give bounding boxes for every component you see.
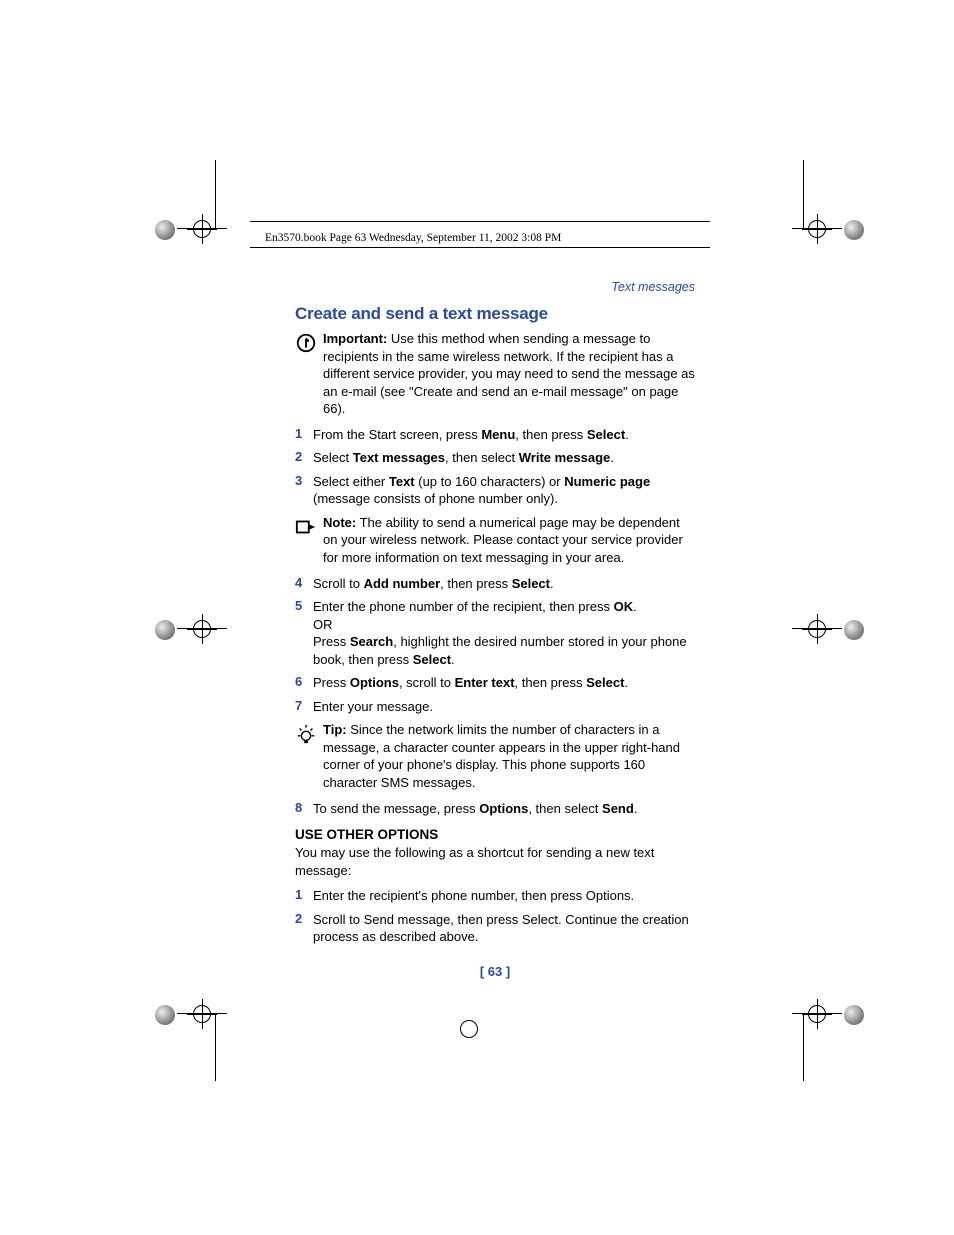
- crop-mark: [724, 1005, 864, 1145]
- file-header: En3570.book Page 63 Wednesday, September…: [265, 232, 561, 244]
- step-item: 6Press Options, scroll to Enter text, th…: [295, 674, 695, 692]
- step-text: Select Text messages, then select Write …: [313, 449, 695, 467]
- header-rule-bottom: [250, 247, 710, 248]
- header-rule-top: [250, 221, 710, 222]
- page-number: [ 63 ]: [295, 964, 695, 979]
- step-number: 2: [295, 911, 313, 946]
- step-number: 1: [295, 426, 313, 444]
- crop-mark: [460, 1020, 478, 1038]
- step-number: 7: [295, 698, 313, 716]
- tip-icon: [295, 721, 323, 791]
- step-number: 1: [295, 887, 313, 905]
- note-block: Note: The ability to send a numerical pa…: [295, 514, 695, 567]
- step-item: 1From the Start screen, press Menu, then…: [295, 426, 695, 444]
- step-text: Scroll to Send message, then press Selec…: [313, 911, 695, 946]
- step-text: From the Start screen, press Menu, then …: [313, 426, 695, 444]
- crop-mark: [724, 590, 864, 730]
- step-item: 5Enter the phone number of the recipient…: [295, 598, 695, 668]
- step-item: 7Enter your message.: [295, 698, 695, 716]
- step-text: Enter the recipient's phone number, then…: [313, 887, 695, 905]
- step-item: 2Select Text messages, then select Write…: [295, 449, 695, 467]
- important-icon: [295, 330, 323, 418]
- subheading: USE OTHER OPTIONS: [295, 827, 695, 842]
- step-text: To send the message, press Options, then…: [313, 800, 695, 818]
- crop-mark: [155, 590, 295, 730]
- page-heading: Create and send a text message: [295, 304, 695, 324]
- step-number: 5: [295, 598, 313, 668]
- step-number: 3: [295, 473, 313, 508]
- step-number: 4: [295, 575, 313, 593]
- important-block: Important: Use this method when sending …: [295, 330, 695, 418]
- tip-text: Tip: Since the network limits the number…: [323, 721, 695, 791]
- crop-mark: [155, 1005, 295, 1145]
- step-text: Enter your message.: [313, 698, 695, 716]
- step-number: 2: [295, 449, 313, 467]
- body-text: You may use the following as a shortcut …: [295, 844, 695, 879]
- steps-list: 8To send the message, press Options, the…: [295, 800, 695, 818]
- crop-mark: [155, 160, 295, 300]
- crop-mark: [724, 160, 864, 300]
- step-item: 1Enter the recipient's phone number, the…: [295, 887, 695, 905]
- note-icon: [295, 514, 323, 567]
- step-text: Scroll to Add number, then press Select.: [313, 575, 695, 593]
- tip-block: Tip: Since the network limits the number…: [295, 721, 695, 791]
- important-text: Important: Use this method when sending …: [323, 330, 695, 418]
- step-text: Press Options, scroll to Enter text, the…: [313, 674, 695, 692]
- step-text: Select either Text (up to 160 characters…: [313, 473, 695, 508]
- steps-list: 1Enter the recipient's phone number, the…: [295, 887, 695, 946]
- step-number: 6: [295, 674, 313, 692]
- page-content: Text messages Create and send a text mes…: [295, 280, 695, 979]
- step-item: 8To send the message, press Options, the…: [295, 800, 695, 818]
- steps-list: 4Scroll to Add number, then press Select…: [295, 575, 695, 716]
- step-item: 2Scroll to Send message, then press Sele…: [295, 911, 695, 946]
- step-item: 4Scroll to Add number, then press Select…: [295, 575, 695, 593]
- section-label: Text messages: [295, 280, 695, 294]
- steps-list: 1From the Start screen, press Menu, then…: [295, 426, 695, 508]
- step-number: 8: [295, 800, 313, 818]
- step-text: Enter the phone number of the recipient,…: [313, 598, 695, 668]
- note-text: Note: The ability to send a numerical pa…: [323, 514, 695, 567]
- step-item: 3Select either Text (up to 160 character…: [295, 473, 695, 508]
